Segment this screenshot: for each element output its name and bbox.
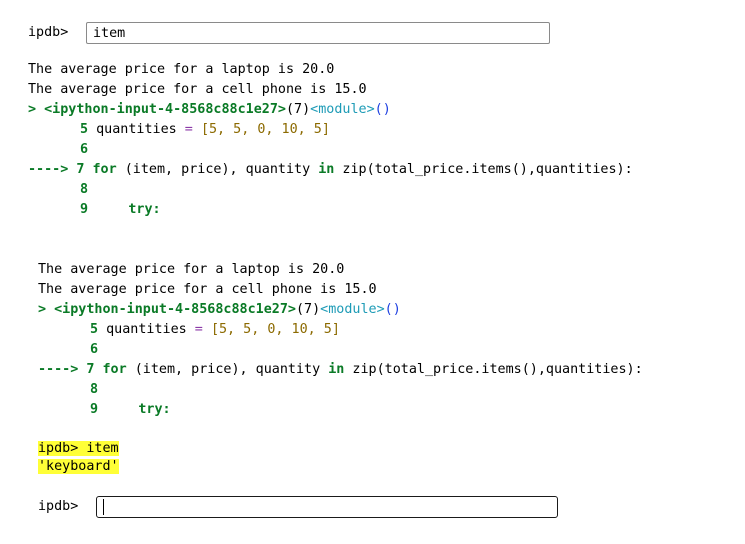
code-line-6: 6 xyxy=(90,342,99,357)
frame-module: <module> xyxy=(320,302,385,317)
frame-file: <ipython-input-4-8568c88c1e27> xyxy=(44,102,286,117)
frame-line: > <ipython-input-4-8568c88c1e27>(7)<modu… xyxy=(38,302,401,317)
code-line-8: 8 xyxy=(80,182,89,197)
frame-file: <ipython-input-4-8568c88c1e27> xyxy=(54,302,296,317)
result-value: 'keyboard' xyxy=(38,459,119,474)
code-line-6: 6 xyxy=(80,142,89,157)
code-line-9: 9 try: xyxy=(90,402,171,417)
output-line: The average price for a cell phone is 15… xyxy=(38,282,377,297)
code-line-8: 8 xyxy=(90,382,99,397)
ipdb-command-input-active[interactable] xyxy=(96,496,558,518)
text-cursor xyxy=(103,499,104,515)
current-line-arrow: ----> xyxy=(28,162,69,177)
output-line: The average price for a cell phone is 15… xyxy=(28,82,367,97)
ipdb-terminal: { "prompt1": { "label": "ipdb>", "value"… xyxy=(0,0,745,544)
ipdb-prompt-label: ipdb> xyxy=(38,499,79,514)
ipdb-prompt-label: ipdb> xyxy=(28,25,69,40)
ipdb-command-input[interactable] xyxy=(86,22,550,44)
code-line-9: 9 try: xyxy=(80,202,161,217)
code-line-5: 5 quantities = [5, 5, 0, 10, 5] xyxy=(80,122,330,137)
current-line-arrow: ----> xyxy=(38,362,79,377)
history-result: 'keyboard' xyxy=(38,458,119,476)
code-line-7-current: ----> 7 for (item, price), quantity in z… xyxy=(38,362,643,377)
code-line-7-current: ----> 7 for (item, price), quantity in z… xyxy=(28,162,633,177)
history-command: ipdb> item xyxy=(38,441,119,456)
code-line-5: 5 quantities = [5, 5, 0, 10, 5] xyxy=(90,322,340,337)
frame-module: <module> xyxy=(310,102,375,117)
output-line: The average price for a laptop is 20.0 xyxy=(38,262,345,277)
output-line: The average price for a laptop is 20.0 xyxy=(28,62,335,77)
frame-line: > <ipython-input-4-8568c88c1e27>(7)<modu… xyxy=(28,102,391,117)
